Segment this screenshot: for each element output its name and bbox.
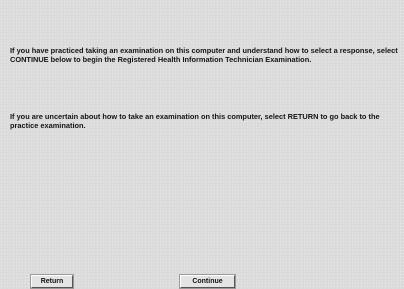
return-button[interactable]: Return: [31, 275, 73, 288]
return-instructions-text: If you are uncertain about how to take a…: [10, 112, 380, 130]
continue-button[interactable]: Continue: [180, 275, 235, 288]
exam-instructions-screen: If you have practiced taking an examinat…: [0, 0, 404, 289]
continue-instructions-text: If you have practiced taking an examinat…: [10, 46, 398, 64]
